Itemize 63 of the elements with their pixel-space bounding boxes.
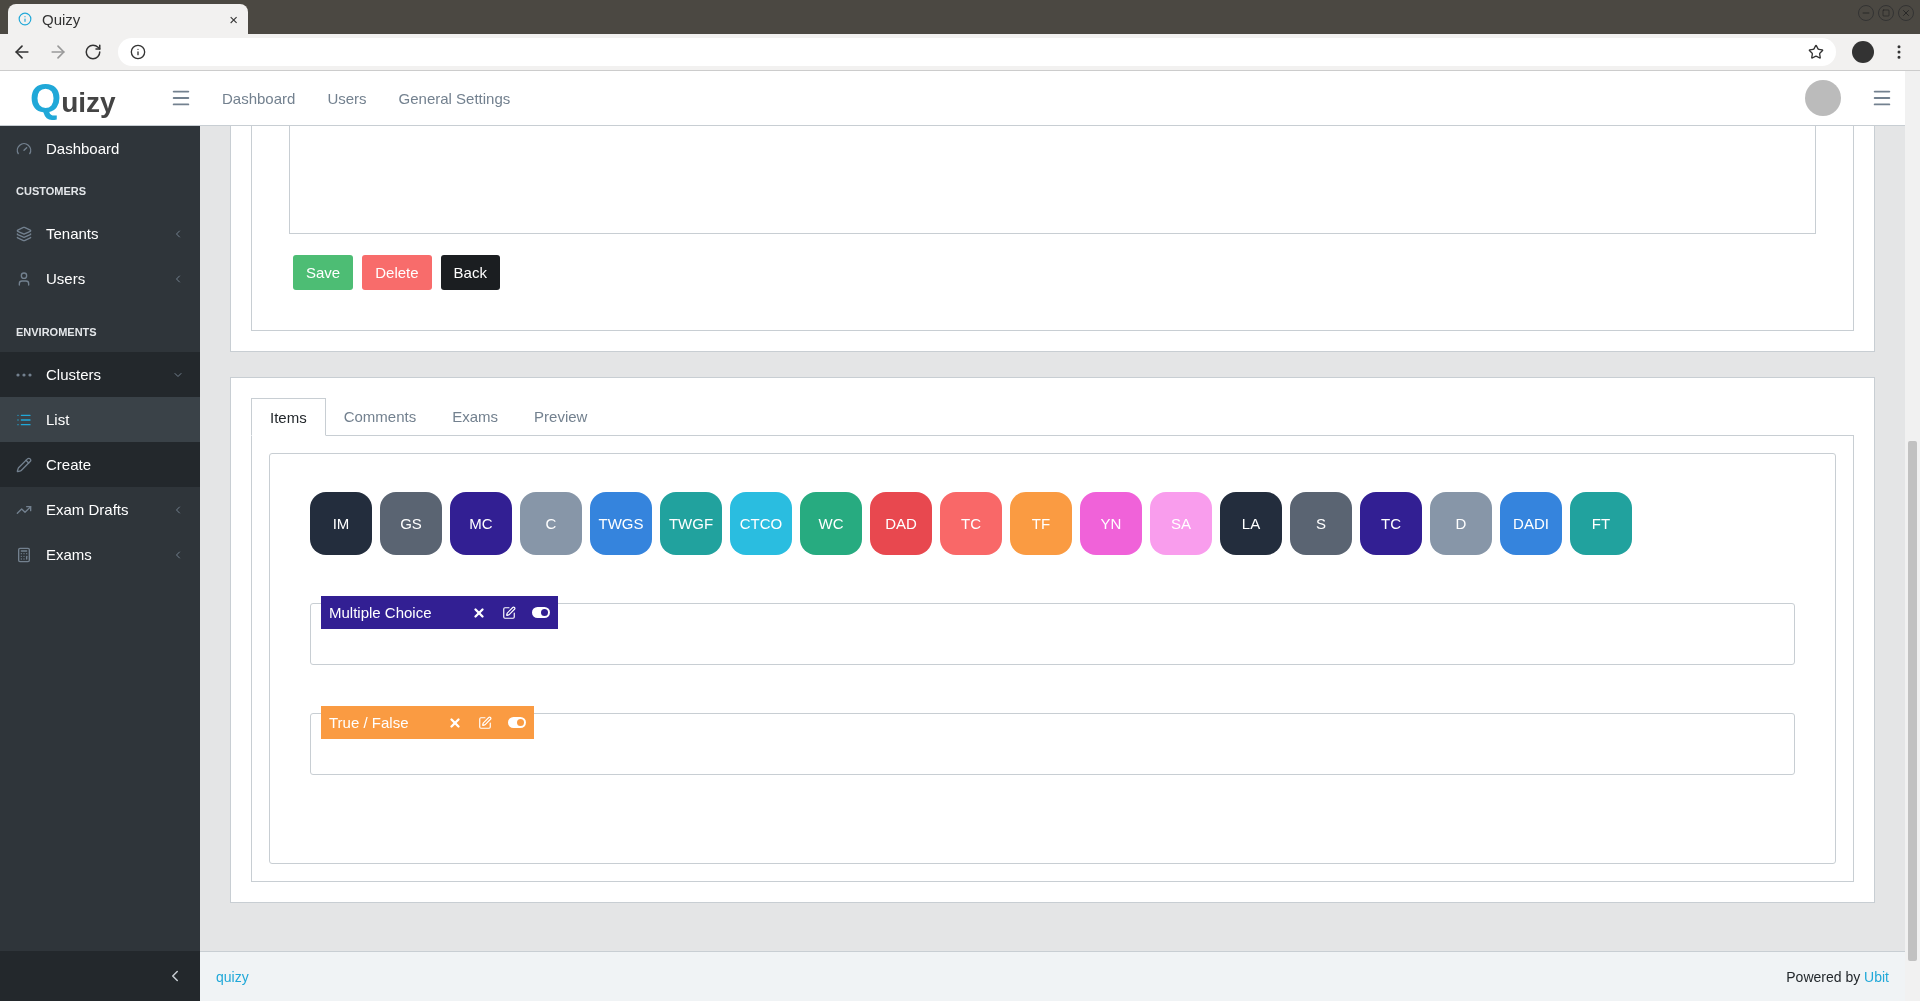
powered-by-text: Powered by Ubit	[1786, 968, 1889, 985]
sidebar-item[interactable]: Exams	[0, 532, 200, 577]
form-button[interactable]: Save	[293, 255, 354, 290]
tab-title: Quizy	[42, 10, 82, 28]
star-icon[interactable]	[1808, 44, 1824, 60]
tab-close[interactable]: ×	[229, 10, 238, 28]
sidebar-subitem[interactable]: Create	[0, 442, 200, 487]
sidebar-item[interactable]: Users	[0, 256, 200, 301]
sidebar-icon	[16, 225, 32, 242]
sidebar-icon	[16, 372, 32, 377]
item-type-button[interactable]: D	[1430, 492, 1492, 555]
browser-tab[interactable]: Quizy ×	[8, 4, 248, 34]
item-type-button[interactable]: DADI	[1500, 492, 1562, 555]
sidebar-icon	[16, 140, 32, 157]
logo[interactable]: Quizy	[0, 75, 170, 121]
sidebar-icon	[16, 546, 32, 563]
header-nav-link[interactable]: Users	[327, 89, 367, 107]
info-icon	[130, 44, 146, 60]
item-type-button[interactable]: YN	[1080, 492, 1142, 555]
question-title: True / False	[329, 714, 409, 731]
sidebar-icon	[16, 270, 32, 287]
item-type-button[interactable]: TWGF	[660, 492, 722, 555]
item-type-button[interactable]: TWGS	[590, 492, 652, 555]
edit-icon[interactable]	[501, 605, 516, 620]
sidebar-heading: ENVIROMENTS	[15, 325, 98, 340]
reload-icon[interactable]	[84, 43, 102, 61]
sidebar-subitem[interactable]: List	[0, 397, 200, 442]
item-type-button[interactable]: TC	[940, 492, 1002, 555]
company-link[interactable]: Ubit	[1864, 968, 1889, 985]
item-type-button[interactable]: LA	[1220, 492, 1282, 555]
form-button[interactable]: Delete	[362, 255, 432, 290]
site-icon	[18, 12, 32, 26]
toggle-icon[interactable]	[531, 607, 550, 618]
maximize-icon	[1882, 9, 1890, 17]
sidebar-item[interactable]: Tenants	[0, 211, 200, 256]
item-type-button[interactable]: FT	[1570, 492, 1632, 555]
tab[interactable]: Items	[251, 398, 326, 436]
toggle-icon[interactable]	[508, 717, 527, 728]
item-type-button[interactable]: MC	[450, 492, 512, 555]
header-nav-link[interactable]: General Settings	[398, 89, 511, 107]
scrollbar[interactable]	[1905, 71, 1920, 1001]
item-type-button[interactable]: TF	[1010, 492, 1072, 555]
item-type-button[interactable]: GS	[380, 492, 442, 555]
item-type-button[interactable]: S	[1290, 492, 1352, 555]
item-type-button[interactable]: C	[520, 492, 582, 555]
extension-icon[interactable]	[1852, 41, 1874, 63]
brand-link[interactable]: quizy	[216, 968, 249, 985]
item-type-button[interactable]: WC	[800, 492, 862, 555]
header-nav-link[interactable]: Dashboard	[222, 89, 296, 107]
close-icon	[1901, 8, 1911, 18]
sidebar-item[interactable]: Exam Drafts	[0, 487, 200, 532]
item-type-button[interactable]: CTCO	[730, 492, 792, 555]
address-field[interactable]	[118, 38, 1836, 66]
item-type-button[interactable]: IM	[310, 492, 372, 555]
sidebar-item[interactable]: Dashboard	[0, 126, 200, 171]
close-icon[interactable]	[471, 605, 486, 620]
form-button[interactable]: Back	[440, 255, 500, 290]
sidebar-heading: CUSTOMERS	[15, 184, 88, 199]
question-title: Multiple Choice	[329, 604, 432, 621]
item-type-button[interactable]: DAD	[870, 492, 932, 555]
sidebar-item[interactable]: Clusters	[0, 352, 200, 397]
item-type-button[interactable]: TC	[1360, 492, 1422, 555]
sidebar-icon	[16, 456, 32, 473]
